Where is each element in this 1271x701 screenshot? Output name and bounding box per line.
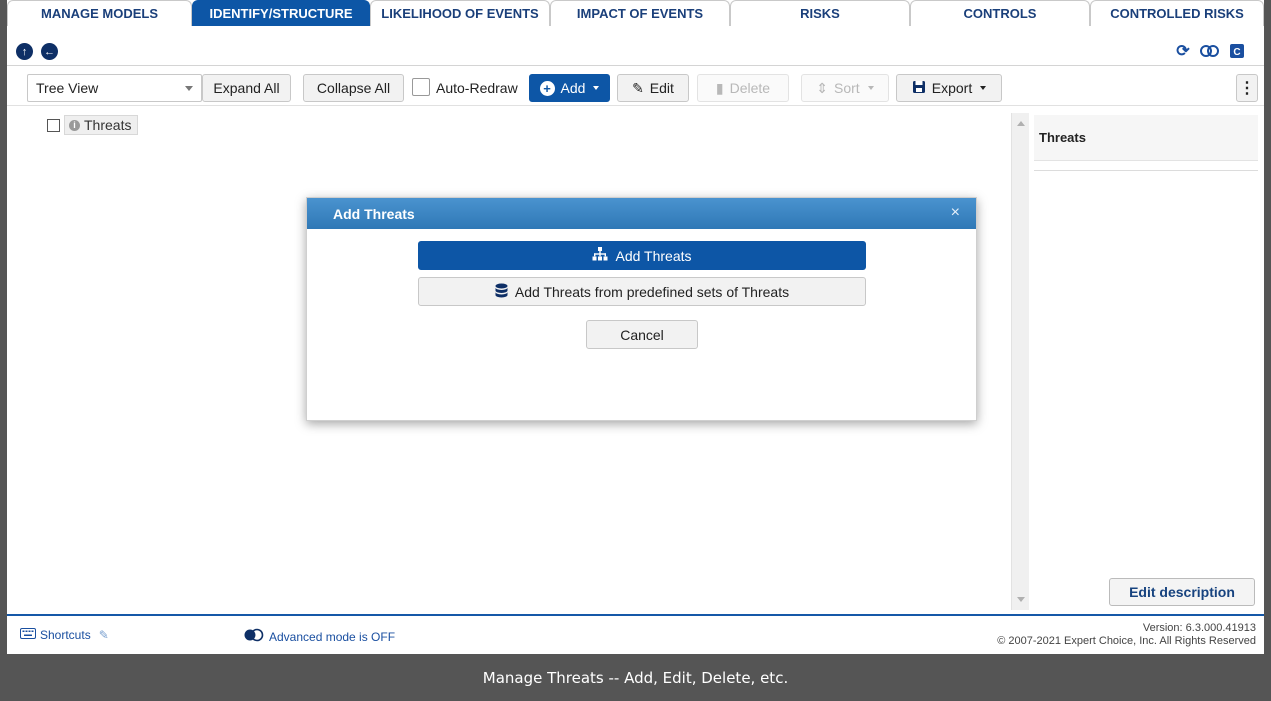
tab-identify-structure[interactable]: IDENTIFY/STRUCTURE: [192, 0, 370, 26]
delete-button[interactable]: ▮ Delete: [697, 74, 789, 102]
trash-icon: ▮: [715, 79, 724, 96]
auto-redraw-label: Auto-Redraw: [436, 80, 518, 96]
export-button[interactable]: Export: [896, 74, 1002, 102]
expand-all-button[interactable]: Expand All: [202, 74, 291, 102]
view-select-value: Tree View: [36, 80, 99, 96]
toggle-icon: [243, 628, 265, 645]
tree-scrollbar[interactable]: [1011, 113, 1029, 610]
tree-node-label: Threats: [84, 117, 132, 133]
sort-button-label: Sort: [834, 80, 860, 96]
scroll-down-icon[interactable]: [1017, 597, 1025, 602]
sort-button[interactable]: ⇕ Sort: [801, 74, 889, 102]
caption-bar: Manage Threats -- Add, Edit, Delete, etc…: [0, 654, 1271, 701]
divider: [1034, 170, 1258, 171]
chevron-down-icon: [593, 86, 600, 90]
auto-redraw-checkbox[interactable]: [412, 78, 430, 96]
svg-text:C: C: [1233, 47, 1240, 58]
copy-icon[interactable]: C: [1228, 41, 1246, 61]
info-icon: i: [69, 119, 80, 131]
add-predefined-threats-label: Add Threats from predefined sets of Thre…: [514, 283, 790, 300]
advanced-mode-toggle[interactable]: Advanced mode is OFF: [243, 628, 395, 645]
chevron-down-icon: [185, 86, 193, 91]
add-button[interactable]: + Add: [529, 74, 610, 102]
tab-controlled-risks[interactable]: CONTROLLED RISKS: [1090, 0, 1264, 26]
footer: Shortcuts ✎ Advanced mode is OFF Version…: [7, 614, 1264, 654]
add-threats-option-button[interactable]: Add Threats: [418, 241, 866, 270]
edit-description-button[interactable]: Edit description: [1109, 578, 1255, 606]
view-select[interactable]: Tree View: [27, 74, 202, 102]
refresh-icon[interactable]: ⟳: [1174, 41, 1192, 61]
collapse-all-button[interactable]: Collapse All: [303, 74, 404, 102]
arrow-left-icon[interactable]: ←: [41, 43, 58, 60]
tab-impact-of-events[interactable]: IMPACT OF EVENTS: [550, 0, 730, 26]
toggle-icon[interactable]: [1199, 41, 1221, 61]
tab-manage-models[interactable]: MANAGE MODELS: [7, 0, 192, 26]
chevron-down-icon: [980, 86, 987, 90]
pencil-icon: ✎: [632, 79, 644, 96]
delete-button-label: Delete: [729, 80, 771, 96]
version-text: Version: 6.3.000.41913: [1142, 622, 1256, 634]
save-icon: [912, 80, 926, 97]
advanced-mode-label: Advanced mode is OFF: [269, 629, 396, 644]
close-icon[interactable]: ×: [951, 204, 960, 222]
add-threats-option-label: Add Threats: [615, 247, 692, 264]
database-icon: [495, 283, 508, 301]
app-window: MANAGE MODELS IDENTIFY/STRUCTURE LIKELIH…: [0, 0, 1271, 701]
export-button-label: Export: [931, 80, 973, 96]
shortcuts-label: Shortcuts: [40, 628, 91, 642]
dialog-title: Add Threats: [333, 205, 415, 222]
tab-likelihood-of-events[interactable]: LIKELIHOOD OF EVENTS: [370, 0, 550, 26]
add-predefined-threats-button[interactable]: Add Threats from predefined sets of Thre…: [418, 277, 866, 306]
more-options-icon[interactable]: ⋮: [1236, 74, 1258, 102]
edit-icon[interactable]: ✎: [99, 628, 109, 642]
arrow-up-icon[interactable]: ↑: [16, 43, 33, 60]
tree-node-label-box[interactable]: i Threats: [64, 115, 139, 135]
add-threats-dialog: Add Threats × Add Threats Add Threats fr…: [306, 197, 977, 421]
chevron-down-icon: [867, 86, 874, 90]
copyright-text: © 2007-2021 Expert Choice, Inc. All Righ…: [997, 635, 1256, 647]
shortcuts-link[interactable]: Shortcuts ✎: [20, 628, 109, 642]
keyboard-icon: [20, 628, 36, 642]
tab-risks[interactable]: RISKS: [730, 0, 910, 26]
sort-icon: ⇕: [816, 79, 829, 96]
tab-controls[interactable]: CONTROLS: [910, 0, 1090, 26]
tree-node-checkbox[interactable]: [47, 118, 60, 132]
edit-button[interactable]: ✎ Edit: [617, 74, 689, 102]
description-panel-title: Threats: [1034, 115, 1258, 161]
hierarchy-icon: [592, 247, 608, 264]
cancel-button[interactable]: Cancel: [586, 320, 698, 349]
plus-circle-icon: +: [539, 80, 555, 96]
nav-row: ↑ ← ⟳ C: [7, 38, 1264, 66]
add-button-label: Add: [560, 80, 586, 96]
edit-button-label: Edit: [649, 80, 674, 96]
main-tabs: MANAGE MODELS IDENTIFY/STRUCTURE LIKELIH…: [7, 0, 1264, 26]
tree-node-threats[interactable]: i Threats: [47, 115, 139, 135]
dialog-header: Add Threats ×: [307, 198, 976, 229]
toolbar: Tree View Expand All Collapse All Auto-R…: [7, 70, 1264, 106]
scroll-up-icon[interactable]: [1017, 121, 1025, 126]
version-info: Version: 6.3.000.41913 © 2007-2021 Exper…: [997, 622, 1256, 648]
